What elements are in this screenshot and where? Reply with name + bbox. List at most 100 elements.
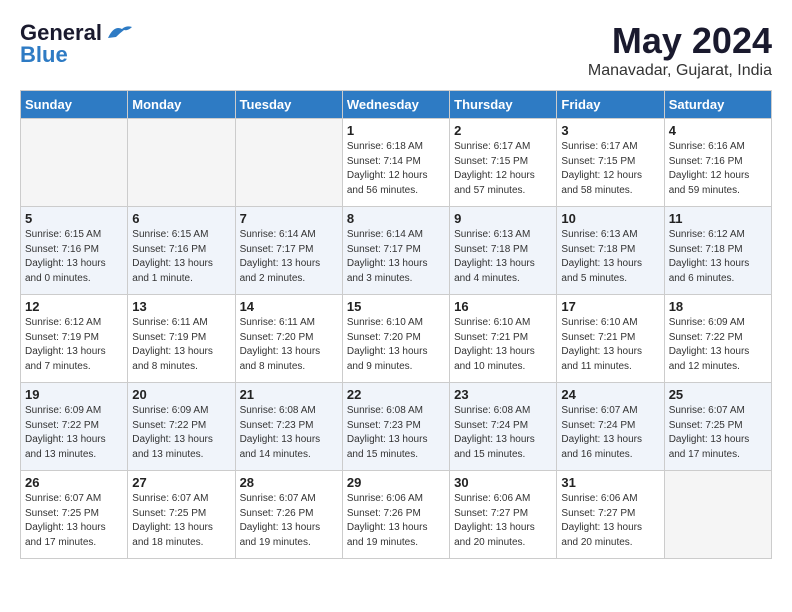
day-number: 19 [25, 387, 123, 402]
calendar-cell: 5 Sunrise: 6:15 AM Sunset: 7:16 PM Daylig… [21, 207, 128, 295]
day-number: 2 [454, 123, 552, 138]
calendar-cell: 26Sunrise: 6:07 AM Sunset: 7:25 PM Dayli… [21, 471, 128, 559]
day-number: 16 [454, 299, 552, 314]
calendar-cell: 23 Sunrise: 6:08 AM Sunset: 7:24 PM Dayli… [450, 383, 557, 471]
day-number: 29 [347, 475, 445, 490]
calendar-cell: 6 Sunrise: 6:15 AM Sunset: 7:16 PM Daylig… [128, 207, 235, 295]
day-info: Sunrise: 6:11 AM Sunset: 7:20 PM Dayligh… [240, 316, 338, 374]
day-info: Sunrise: 6:06 AM Sunset: 7:27 PM Dayligh… [454, 492, 552, 550]
month-title: May 2024 [588, 20, 772, 62]
day-info: Sunrise: 6:09 AM Sunset: 7:22 PM Dayligh… [25, 404, 123, 462]
day-info: Sunrise: 6:07 AM Sunset: 7:25 PM Dayligh… [669, 404, 767, 462]
day-info: Sunrise: 6:16 AM Sunset: 7:16 PM Dayligh… [669, 140, 767, 198]
day-info: Sunrise: 6:08 AM Sunset: 7:24 PM Dayligh… [454, 404, 552, 462]
day-number: 26 [25, 475, 123, 490]
day-info: Sunrise: 6:13 AM Sunset: 7:18 PM Dayligh… [561, 228, 659, 286]
day-info: Sunrise: 6:09 AM Sunset: 7:22 PM Dayligh… [669, 316, 767, 374]
calendar-cell: 13Sunrise: 6:11 AM Sunset: 7:19 PM Dayli… [128, 295, 235, 383]
day-number: 17 [561, 299, 659, 314]
day-number: 1 [347, 123, 445, 138]
calendar-cell: 2 Sunrise: 6:17 AM Sunset: 7:15 PM Daylig… [450, 119, 557, 207]
day-info: Sunrise: 6:18 AM Sunset: 7:14 PM Dayligh… [347, 140, 445, 198]
day-info: Sunrise: 6:13 AM Sunset: 7:18 PM Dayligh… [454, 228, 552, 286]
day-number: 14 [240, 299, 338, 314]
calendar-week-row: 1 Sunrise: 6:18 AM Sunset: 7:14 PM Daylig… [21, 119, 772, 207]
day-info: Sunrise: 6:07 AM Sunset: 7:24 PM Dayligh… [561, 404, 659, 462]
weekday-header-tuesday: Tuesday [235, 91, 342, 119]
calendar-cell: 21Sunrise: 6:08 AM Sunset: 7:23 PM Dayli… [235, 383, 342, 471]
calendar-cell: 28Sunrise: 6:07 AM Sunset: 7:26 PM Dayli… [235, 471, 342, 559]
day-info: Sunrise: 6:12 AM Sunset: 7:18 PM Dayligh… [669, 228, 767, 286]
day-number: 31 [561, 475, 659, 490]
calendar-week-row: 5 Sunrise: 6:15 AM Sunset: 7:16 PM Daylig… [21, 207, 772, 295]
calendar-cell: 29 Sunrise: 6:06 AM Sunset: 7:26 PM Dayli… [342, 471, 449, 559]
day-number: 28 [240, 475, 338, 490]
calendar-cell: 20Sunrise: 6:09 AM Sunset: 7:22 PM Dayli… [128, 383, 235, 471]
day-number: 25 [669, 387, 767, 402]
logo-bird-icon [106, 23, 134, 43]
calendar-cell: 1 Sunrise: 6:18 AM Sunset: 7:14 PM Daylig… [342, 119, 449, 207]
calendar-cell: 14 Sunrise: 6:11 AM Sunset: 7:20 PM Dayli… [235, 295, 342, 383]
day-number: 18 [669, 299, 767, 314]
weekday-header-thursday: Thursday [450, 91, 557, 119]
day-number: 30 [454, 475, 552, 490]
calendar-cell: 30 Sunrise: 6:06 AM Sunset: 7:27 PM Dayli… [450, 471, 557, 559]
day-number: 27 [132, 475, 230, 490]
day-info: Sunrise: 6:15 AM Sunset: 7:16 PM Dayligh… [132, 228, 230, 286]
weekday-header-wednesday: Wednesday [342, 91, 449, 119]
day-number: 10 [561, 211, 659, 226]
day-info: Sunrise: 6:17 AM Sunset: 7:15 PM Dayligh… [561, 140, 659, 198]
calendar-cell: 15 Sunrise: 6:10 AM Sunset: 7:20 PM Dayli… [342, 295, 449, 383]
calendar-cell: 4 Sunrise: 6:16 AM Sunset: 7:16 PM Daylig… [664, 119, 771, 207]
day-number: 8 [347, 211, 445, 226]
day-number: 22 [347, 387, 445, 402]
logo-blue: Blue [20, 42, 68, 68]
calendar-cell [21, 119, 128, 207]
day-info: Sunrise: 6:08 AM Sunset: 7:23 PM Dayligh… [240, 404, 338, 462]
day-number: 3 [561, 123, 659, 138]
title-area: May 2024 Manavadar, Gujarat, India [588, 20, 772, 80]
day-number: 20 [132, 387, 230, 402]
weekday-header-monday: Monday [128, 91, 235, 119]
calendar-cell: 9Sunrise: 6:13 AM Sunset: 7:18 PM Daylig… [450, 207, 557, 295]
calendar-cell: 7 Sunrise: 6:14 AM Sunset: 7:17 PM Daylig… [235, 207, 342, 295]
day-number: 23 [454, 387, 552, 402]
calendar-week-row: 19 Sunrise: 6:09 AM Sunset: 7:22 PM Dayli… [21, 383, 772, 471]
day-info: Sunrise: 6:06 AM Sunset: 7:26 PM Dayligh… [347, 492, 445, 550]
day-info: Sunrise: 6:15 AM Sunset: 7:16 PM Dayligh… [25, 228, 123, 286]
calendar-cell: 31 Sunrise: 6:06 AM Sunset: 7:27 PM Dayli… [557, 471, 664, 559]
day-info: Sunrise: 6:12 AM Sunset: 7:19 PM Dayligh… [25, 316, 123, 374]
day-number: 15 [347, 299, 445, 314]
page-header: General Blue May 2024 Manavadar, Gujarat… [20, 20, 772, 80]
day-info: Sunrise: 6:08 AM Sunset: 7:23 PM Dayligh… [347, 404, 445, 462]
day-info: Sunrise: 6:07 AM Sunset: 7:25 PM Dayligh… [132, 492, 230, 550]
day-number: 12 [25, 299, 123, 314]
calendar-cell: 25 Sunrise: 6:07 AM Sunset: 7:25 PM Dayli… [664, 383, 771, 471]
calendar-week-row: 26 Sunrise: 6:07 AM Sunset: 7:25 PM Dayli… [21, 471, 772, 559]
day-info: Sunrise: 6:14 AM Sunset: 7:17 PM Dayligh… [347, 228, 445, 286]
day-info: Sunrise: 6:14 AM Sunset: 7:17 PM Dayligh… [240, 228, 338, 286]
calendar-cell: 18 Sunrise: 6:09 AM Sunset: 7:22 PM Dayli… [664, 295, 771, 383]
calendar-cell [128, 119, 235, 207]
calendar-cell: 24Sunrise: 6:07 AM Sunset: 7:24 PM Dayli… [557, 383, 664, 471]
day-number: 5 [25, 211, 123, 226]
calendar-cell: 27 Sunrise: 6:07 AM Sunset: 7:25 PM Dayli… [128, 471, 235, 559]
calendar-cell: 3 Sunrise: 6:17 AM Sunset: 7:15 PM Daylig… [557, 119, 664, 207]
logo: General Blue [20, 20, 134, 68]
day-info: Sunrise: 6:06 AM Sunset: 7:27 PM Dayligh… [561, 492, 659, 550]
weekday-header-row: SundayMondayTuesdayWednesdayThursdayFrid… [21, 91, 772, 119]
calendar-cell: 16Sunrise: 6:10 AM Sunset: 7:21 PM Dayli… [450, 295, 557, 383]
day-number: 13 [132, 299, 230, 314]
weekday-header-friday: Friday [557, 91, 664, 119]
calendar-cell: 10 Sunrise: 6:13 AM Sunset: 7:18 PM Dayli… [557, 207, 664, 295]
calendar-cell: 17Sunrise: 6:10 AM Sunset: 7:21 PM Dayli… [557, 295, 664, 383]
calendar-cell [235, 119, 342, 207]
weekday-header-saturday: Saturday [664, 91, 771, 119]
calendar-cell [664, 471, 771, 559]
calendar-cell: 19 Sunrise: 6:09 AM Sunset: 7:22 PM Dayli… [21, 383, 128, 471]
day-number: 6 [132, 211, 230, 226]
day-number: 7 [240, 211, 338, 226]
day-info: Sunrise: 6:10 AM Sunset: 7:20 PM Dayligh… [347, 316, 445, 374]
day-number: 4 [669, 123, 767, 138]
day-info: Sunrise: 6:17 AM Sunset: 7:15 PM Dayligh… [454, 140, 552, 198]
